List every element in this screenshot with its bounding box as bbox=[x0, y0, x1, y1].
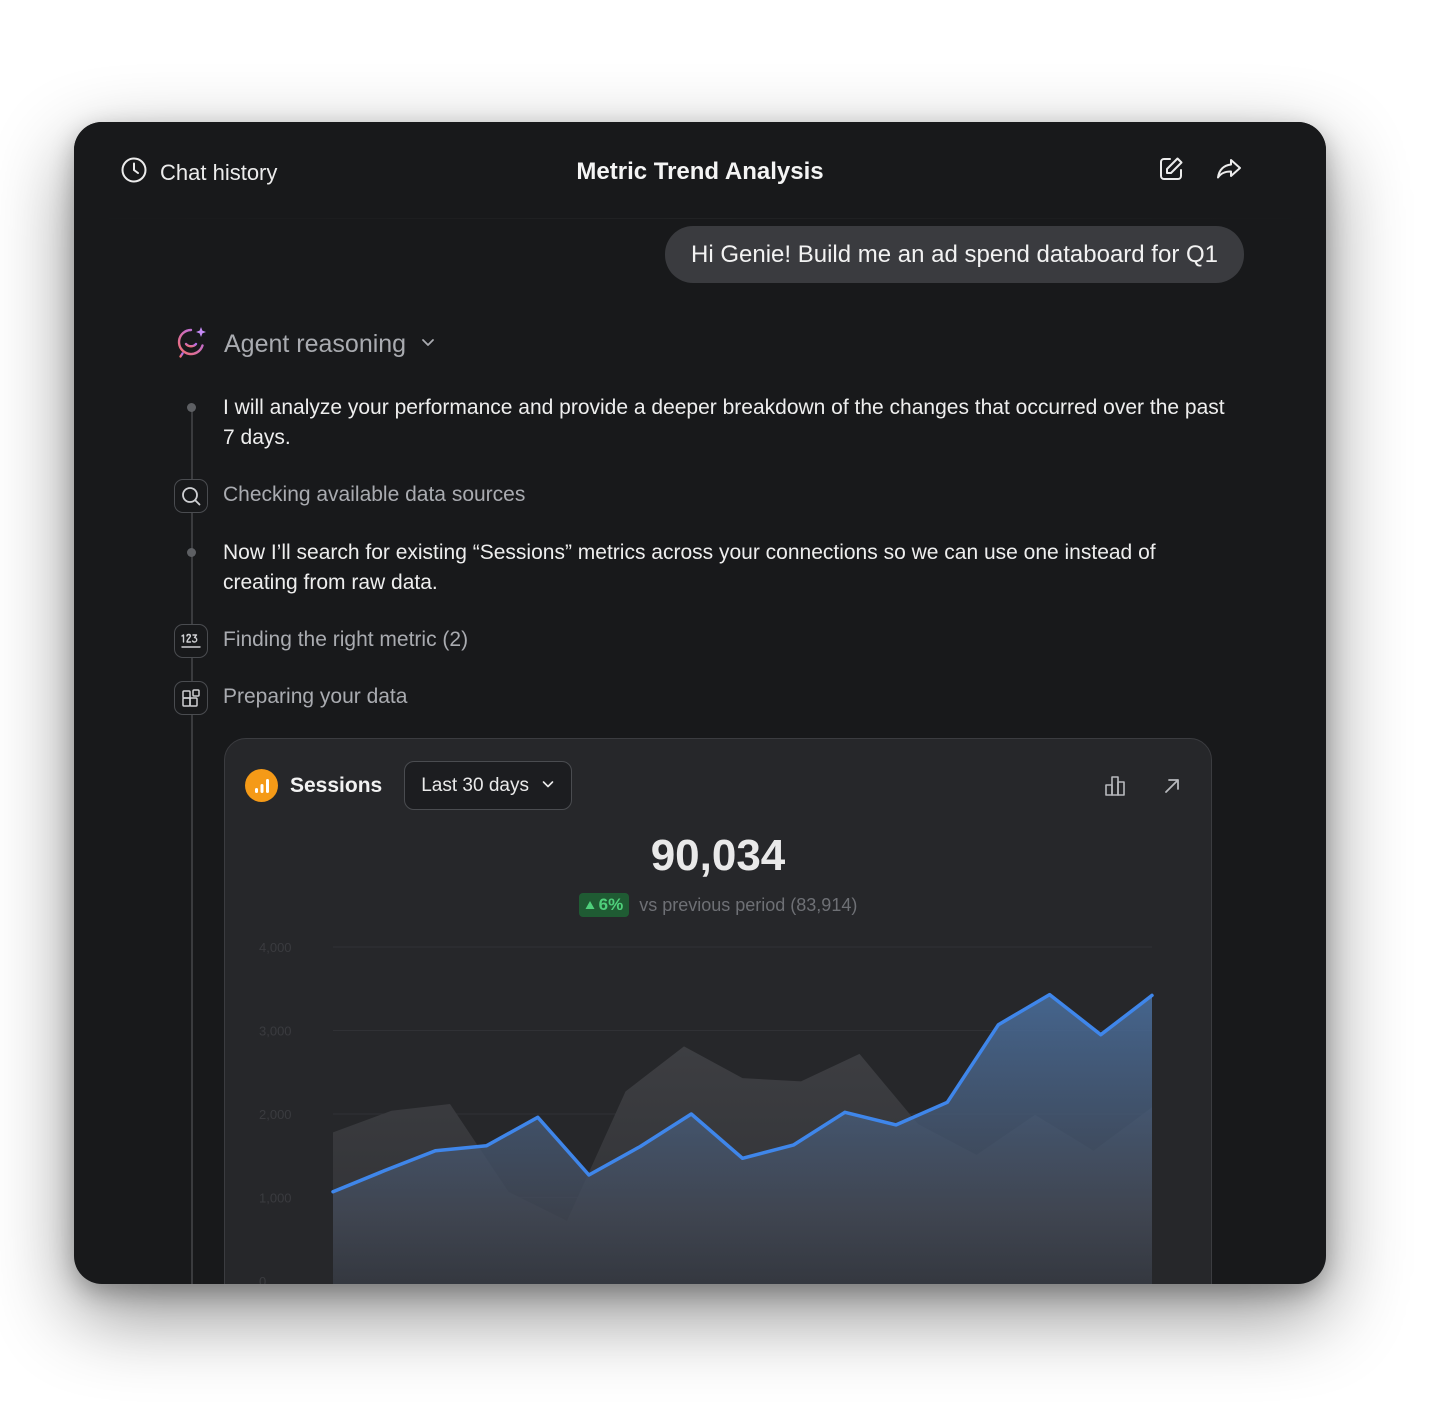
chat-history-button[interactable]: Chat history bbox=[120, 156, 278, 190]
reasoning-step-label: Checking available data sources bbox=[223, 483, 526, 506]
y-tick-label: 4,000 bbox=[259, 940, 292, 955]
y-tick-label: 3,000 bbox=[259, 1024, 292, 1039]
chat-history-label: Chat history bbox=[160, 160, 278, 185]
y-tick-label: 2,000 bbox=[259, 1107, 292, 1122]
reasoning-text: I will analyze your performance and prov… bbox=[223, 396, 1225, 449]
top-bar: Chat history Metric Trend Analysis bbox=[74, 122, 1326, 222]
timeline-line bbox=[191, 407, 193, 1284]
agent-sparkle-icon bbox=[174, 324, 210, 365]
share-button[interactable] bbox=[1214, 156, 1244, 186]
chart-type-button[interactable] bbox=[1101, 773, 1131, 803]
reasoning-step-label: Preparing your data bbox=[223, 685, 408, 708]
top-bar-divider bbox=[74, 218, 1326, 219]
widgets-icon bbox=[174, 681, 208, 715]
agent-reasoning-toggle[interactable]: Agent reasoning bbox=[174, 326, 436, 362]
chevron-down-icon bbox=[541, 775, 555, 797]
clock-icon bbox=[120, 156, 148, 190]
y-tick-label: 0 bbox=[259, 1274, 266, 1284]
date-range-value: Last 30 days bbox=[421, 774, 529, 796]
share-icon bbox=[1214, 155, 1244, 188]
open-metric-button[interactable] bbox=[1157, 773, 1187, 803]
reasoning-text: Now I’ll search for existing “Sessions” … bbox=[223, 541, 1156, 594]
timeline-dot bbox=[187, 548, 196, 557]
delta-badge: 6% bbox=[578, 893, 630, 917]
timeline-dot bbox=[187, 403, 196, 412]
agent-reasoning-label: Agent reasoning bbox=[224, 329, 407, 358]
triangle-up-icon bbox=[585, 895, 595, 915]
date-range-select[interactable]: Last 30 days bbox=[404, 761, 572, 810]
user-message-bubble: Hi Genie! Build me an ad spend databoard… bbox=[665, 226, 1244, 283]
sessions-chart: 4,000 3,000 2,000 1,000 0 bbox=[259, 940, 1154, 1284]
bar-chart-icon bbox=[1103, 773, 1129, 804]
reasoning-step-label: Finding the right metric (2) bbox=[223, 628, 469, 651]
delta-comparison: vs previous period (83,914) bbox=[639, 894, 858, 915]
edit-button[interactable] bbox=[1156, 156, 1186, 186]
y-tick-label: 1,000 bbox=[259, 1191, 292, 1206]
analytics-logo-icon bbox=[245, 769, 278, 802]
search-icon bbox=[174, 479, 208, 513]
edit-icon bbox=[1157, 155, 1185, 188]
metric-card: 4,000 3,000 2,000 1,000 0 Sessions Last 30 d… bbox=[224, 738, 1212, 1284]
app-window: Chat history Metric Trend Analysis Hi Ge… bbox=[74, 122, 1326, 1284]
metric-title: Sessions bbox=[290, 773, 383, 797]
metric-value: 90,034 bbox=[650, 831, 786, 880]
numbers-icon bbox=[174, 624, 208, 658]
arrow-up-right-icon bbox=[1161, 775, 1183, 802]
chevron-down-icon bbox=[420, 334, 436, 355]
delta-value: 6% bbox=[598, 895, 624, 914]
